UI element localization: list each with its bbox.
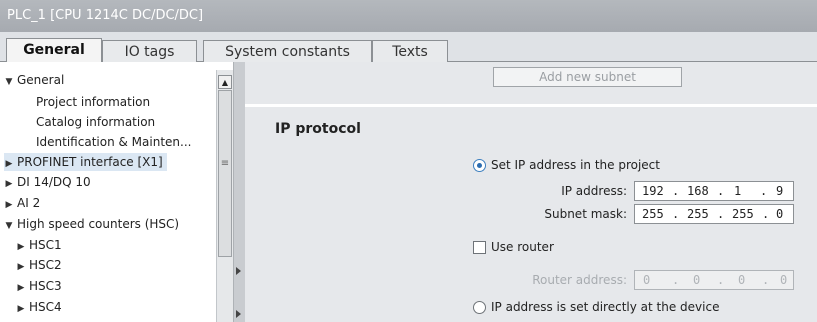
subnet-mask-input[interactable]: 255 . 255 . 255 . 0	[634, 204, 794, 224]
tree-item-general[interactable]: ▼ General	[4, 71, 65, 91]
tree-item-label: HSC2	[29, 258, 62, 272]
tree-item-label: High speed counters (HSC)	[17, 217, 180, 231]
splitter-arrow-icon[interactable]	[236, 310, 241, 318]
scroll-thumb[interactable]: ≡	[218, 90, 232, 257]
expand-arrow-icon[interactable]: ▶	[16, 258, 26, 276]
section-divider	[245, 104, 817, 107]
expand-arrow-icon[interactable]: ▶	[4, 155, 14, 173]
tree-item-label: AI 2	[17, 196, 41, 210]
tree-item-di-dq[interactable]: ▶ DI 14/DQ 10	[4, 173, 91, 191]
section-title-ip-protocol: IP protocol	[275, 121, 361, 137]
expand-arrow-icon[interactable]: ▼	[4, 217, 14, 235]
tree-item-ai[interactable]: ▶ AI 2	[4, 194, 41, 214]
set-ip-in-project-radio[interactable]	[473, 159, 486, 172]
tree-item-hsc4[interactable]: ▶ HSC4	[16, 298, 62, 316]
expand-arrow-icon[interactable]: ▼	[4, 73, 14, 91]
expand-arrow-icon[interactable]: ▶	[16, 300, 26, 318]
expand-arrow-icon[interactable]: ▶	[4, 196, 14, 214]
tree-item-label: HSC4	[29, 300, 62, 314]
tree-item-identification[interactable]: Identification & Mainten...	[36, 133, 191, 151]
tab-texts[interactable]: Texts	[372, 40, 448, 62]
subnet-mask-label: Subnet mask:	[544, 207, 627, 221]
tab-bar: General IO tags System constants Texts	[0, 32, 817, 63]
window-title: PLC_1 [CPU 1214C DC/DC/DC]	[0, 0, 817, 32]
expand-arrow-icon[interactable]: ▶	[16, 238, 26, 256]
pane-splitter[interactable]	[233, 62, 245, 322]
ip-address-input[interactable]: 192 . 168 . 1 . 9	[634, 181, 794, 201]
add-new-subnet-button[interactable]: Add new subnet	[493, 67, 682, 87]
tree-item-project-information[interactable]: Project information	[36, 93, 150, 111]
set-ip-in-project-label: Set IP address in the project	[491, 158, 660, 172]
router-address-label: Router address:	[532, 273, 627, 287]
tree-item-hsc2[interactable]: ▶ HSC2	[16, 256, 62, 274]
tree-item-profinet-interface[interactable]: ▶ PROFINET interface [X1]	[4, 153, 167, 171]
tree-item-label: General	[17, 73, 65, 87]
router-address-input[interactable]: 0 . 0 . 0 . 0	[634, 270, 794, 290]
use-router-label: Use router	[491, 240, 554, 254]
expand-arrow-icon[interactable]: ▶	[16, 279, 26, 297]
grip-icon: ≡	[220, 158, 230, 169]
tree-item-label: HSC1	[29, 238, 62, 252]
navigation-tree: ▼ General Project information Catalog inf…	[0, 62, 216, 322]
ip-at-device-label: IP address is set directly at the device	[491, 300, 720, 314]
tree-item-hsc1[interactable]: ▶ HSC1	[16, 236, 62, 254]
expand-arrow-icon[interactable]: ▶	[4, 175, 14, 193]
tree-item-label: DI 14/DQ 10	[17, 175, 91, 189]
splitter-arrow-icon[interactable]	[236, 267, 241, 275]
tab-system-constants[interactable]: System constants	[203, 40, 372, 62]
tab-io-tags[interactable]: IO tags	[102, 40, 197, 62]
tab-general[interactable]: General	[6, 38, 102, 63]
tree-item-catalog-information[interactable]: Catalog information	[36, 113, 155, 131]
tree-item-high-speed-counters[interactable]: ▼ High speed counters (HSC)	[4, 215, 180, 235]
tree-item-hsc3[interactable]: ▶ HSC3	[16, 277, 62, 295]
tree-scrollbar[interactable]: ▲ ≡	[216, 70, 233, 322]
tree-item-label: HSC3	[29, 279, 62, 293]
tree-item-label: PROFINET interface [X1]	[17, 155, 163, 169]
ip-address-label: IP address:	[561, 184, 627, 198]
ip-at-device-radio[interactable]	[473, 301, 486, 314]
properties-panel: Add new subnet IP protocol Set IP addres…	[245, 62, 817, 322]
use-router-checkbox[interactable]	[473, 241, 486, 254]
scroll-up-icon[interactable]: ▲	[218, 75, 232, 89]
